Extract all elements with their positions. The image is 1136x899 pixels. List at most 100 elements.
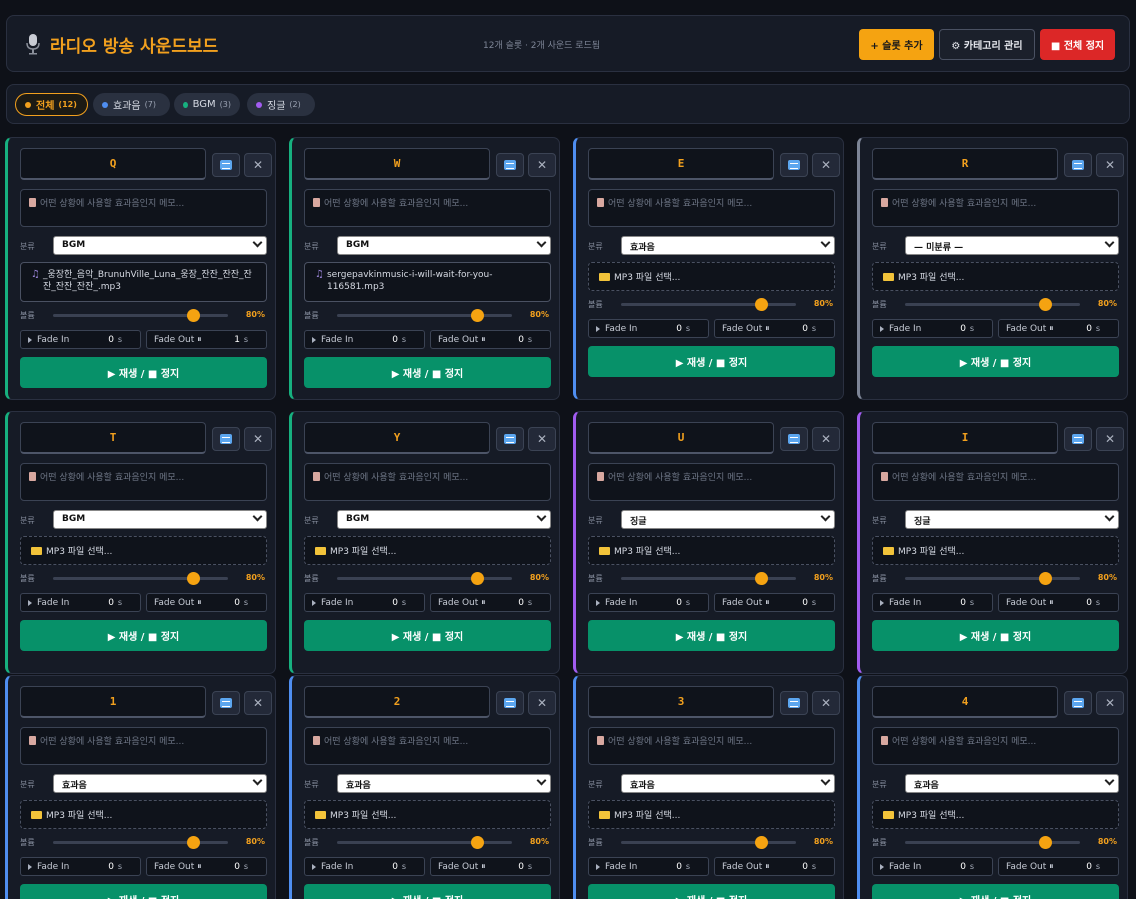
category-select[interactable]: 효과음 [621,774,835,793]
hotkey-field[interactable]: 2 [304,686,490,718]
delete-slot-button[interactable]: ✕ [812,153,840,177]
delete-slot-button[interactable]: ✕ [244,153,272,177]
delete-slot-button[interactable]: ✕ [1096,691,1124,715]
swap-button[interactable] [780,427,808,451]
memo-textarea[interactable]: 어떤 상황에 사용할 효과음인지 메모... [872,727,1119,765]
fade-out-field[interactable]: Fade Out ⏸ 0 s [998,319,1119,338]
swap-button[interactable] [496,691,524,715]
hotkey-field[interactable]: R [872,148,1058,180]
play-stop-button[interactable]: ▶ 재생 / ■ 정지 [588,620,835,651]
volume-thumb[interactable] [755,298,768,311]
play-stop-button[interactable]: ▶ 재생 / ■ 정지 [20,884,267,899]
category-select[interactable]: BGM [53,236,267,255]
filter-chip[interactable]: 전체 (12) [15,93,88,116]
volume-thumb[interactable] [1039,836,1052,849]
volume-thumb[interactable] [187,572,200,585]
add-slot-button[interactable]: + 슬롯 추가 [859,29,934,60]
volume-thumb[interactable] [1039,298,1052,311]
fade-in-field[interactable]: Fade In 0 s [20,330,141,349]
memo-textarea[interactable]: 어떤 상황에 사용할 효과음인지 메모... [304,189,551,227]
category-select[interactable]: 효과음 [53,774,267,793]
hotkey-field[interactable]: U [588,422,774,454]
volume-slider[interactable] [905,572,1080,585]
volume-thumb[interactable] [755,572,768,585]
swap-button[interactable] [212,153,240,177]
memo-textarea[interactable]: 어떤 상황에 사용할 효과음인지 메모... [304,463,551,501]
memo-textarea[interactable]: 어떤 상황에 사용할 효과음인지 메모... [588,727,835,765]
play-stop-button[interactable]: ▶ 재생 / ■ 정지 [304,620,551,651]
swap-button[interactable] [780,153,808,177]
play-stop-button[interactable]: ▶ 재생 / ■ 정지 [20,357,267,388]
play-stop-button[interactable]: ▶ 재생 / ■ 정지 [304,884,551,899]
hotkey-field[interactable]: T [20,422,206,454]
category-select[interactable]: 징글 [621,510,835,529]
fade-out-field[interactable]: Fade Out ⏸ 0 s [714,593,835,612]
fade-in-field[interactable]: Fade In 0 s [20,593,141,612]
fade-in-field[interactable]: Fade In 0 s [588,857,709,876]
fade-out-field[interactable]: Fade Out ⏸ 0 s [714,319,835,338]
file-picker[interactable]: MP3 파일 선택... [588,536,835,565]
volume-thumb[interactable] [187,836,200,849]
hotkey-field[interactable]: 1 [20,686,206,718]
category-select[interactable]: 효과음 [905,774,1119,793]
hotkey-field[interactable]: W [304,148,490,180]
swap-button[interactable] [212,691,240,715]
delete-slot-button[interactable]: ✕ [1096,427,1124,451]
fade-out-field[interactable]: Fade Out ⏸ 0 s [998,593,1119,612]
hotkey-field[interactable]: Y [304,422,490,454]
play-stop-button[interactable]: ▶ 재생 / ■ 정지 [20,620,267,651]
fade-in-field[interactable]: Fade In 0 s [588,593,709,612]
fade-in-field[interactable]: Fade In 0 s [872,593,993,612]
volume-thumb[interactable] [1039,572,1052,585]
memo-textarea[interactable]: 어떤 상황에 사용할 효과음인지 메모... [588,189,835,227]
file-picker[interactable]: MP3 파일 선택... [304,536,551,565]
file-picker[interactable]: MP3 파일 선택... [588,800,835,829]
file-picker[interactable]: MP3 파일 선택... [20,800,267,829]
memo-textarea[interactable]: 어떤 상황에 사용할 효과음인지 메모... [20,727,267,765]
fade-in-field[interactable]: Fade In 0 s [304,330,425,349]
stop-all-button[interactable]: ■ 전체 정지 [1040,29,1115,60]
hotkey-field[interactable]: I [872,422,1058,454]
play-stop-button[interactable]: ▶ 재생 / ■ 정지 [304,357,551,388]
memo-textarea[interactable]: 어떤 상황에 사용할 효과음인지 메모... [20,189,267,227]
delete-slot-button[interactable]: ✕ [244,427,272,451]
delete-slot-button[interactable]: ✕ [244,691,272,715]
file-picker[interactable]: ♫ _웅장한_음악_BrunuhVille_Luna_웅장_잔잔_잔잔_잔잔_잔잔… [20,262,267,302]
volume-thumb[interactable] [471,572,484,585]
swap-button[interactable] [1064,427,1092,451]
volume-slider[interactable] [905,298,1080,311]
volume-slider[interactable] [53,836,228,849]
hotkey-field[interactable]: 4 [872,686,1058,718]
file-picker[interactable]: MP3 파일 선택... [588,262,835,291]
swap-button[interactable] [212,427,240,451]
memo-textarea[interactable]: 어떤 상황에 사용할 효과음인지 메모... [872,463,1119,501]
volume-slider[interactable] [53,309,228,322]
fade-out-field[interactable]: Fade Out ⏸ 0 s [146,593,267,612]
manage-categories-button[interactable]: ⚙ 카테고리 관리 [939,29,1035,60]
volume-slider[interactable] [621,298,796,311]
volume-thumb[interactable] [471,836,484,849]
play-stop-button[interactable]: ▶ 재생 / ■ 정지 [588,884,835,899]
fade-out-field[interactable]: Fade Out ⏸ 0 s [430,593,551,612]
memo-textarea[interactable]: 어떤 상황에 사용할 효과음인지 메모... [20,463,267,501]
category-select[interactable]: 효과음 [621,236,835,255]
category-select[interactable]: BGM [53,510,267,529]
fade-in-field[interactable]: Fade In 0 s [20,857,141,876]
category-select[interactable]: BGM [337,510,551,529]
fade-in-field[interactable]: Fade In 0 s [588,319,709,338]
delete-slot-button[interactable]: ✕ [528,691,556,715]
volume-slider[interactable] [337,836,512,849]
fade-out-field[interactable]: Fade Out ⏸ 0 s [714,857,835,876]
volume-slider[interactable] [53,572,228,585]
fade-out-field[interactable]: Fade Out ⏸ 0 s [430,330,551,349]
file-picker[interactable]: MP3 파일 선택... [872,800,1119,829]
play-stop-button[interactable]: ▶ 재생 / ■ 정지 [872,620,1119,651]
hotkey-field[interactable]: Q [20,148,206,180]
swap-button[interactable] [1064,153,1092,177]
fade-out-field[interactable]: Fade Out ⏸ 0 s [146,857,267,876]
hotkey-field[interactable]: 3 [588,686,774,718]
file-picker[interactable]: MP3 파일 선택... [872,536,1119,565]
filter-chip[interactable]: BGM (3) [174,93,240,116]
filter-chip[interactable]: 징글 (2) [247,93,315,116]
volume-slider[interactable] [621,836,796,849]
